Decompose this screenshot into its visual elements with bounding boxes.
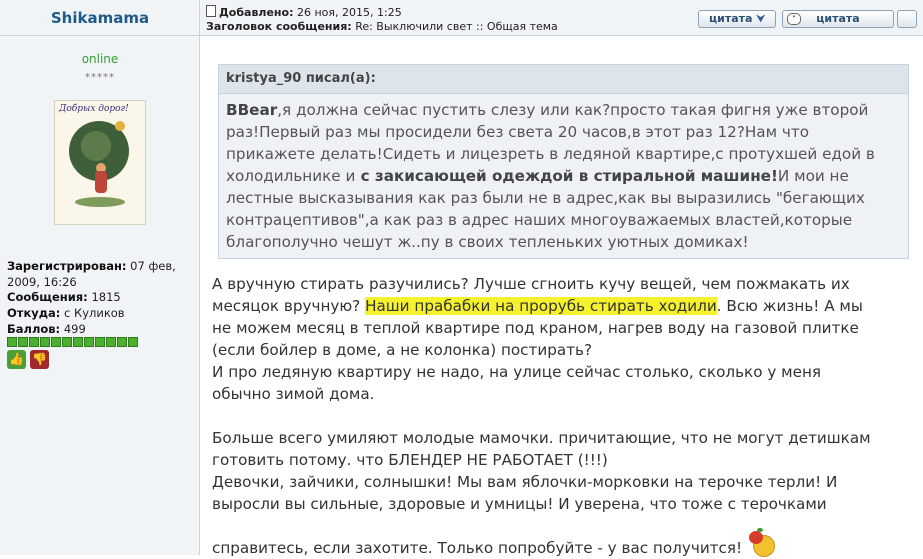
post-subject: Заголовок сообщения: Re: Выключили свет … bbox=[206, 20, 558, 33]
quote-text: холодильнике и bbox=[226, 167, 356, 185]
post-body: А вручную стирать разучились? Лучше сгно… bbox=[212, 273, 917, 559]
quote-author: kristya_90 писал(а): bbox=[226, 71, 376, 86]
quote-line: лестные высказывания как раз были не в а… bbox=[226, 189, 865, 207]
from-info: Откуда: с Куликов bbox=[7, 305, 125, 321]
quote-line: раз!Первый раз мы просидели без света 20… bbox=[226, 123, 809, 141]
added-value: 26 ноя, 2015, 1:25 bbox=[297, 6, 402, 19]
points-segment bbox=[62, 337, 72, 347]
points-info: Баллов: 499 bbox=[7, 321, 86, 337]
thumbs-down-icon[interactable]: 👎 bbox=[30, 350, 49, 369]
smiley-apple-icon bbox=[747, 528, 777, 557]
points-segment bbox=[51, 337, 61, 347]
added-label: Добавлено: bbox=[219, 6, 294, 19]
quote-mention: BBear bbox=[226, 101, 278, 119]
points-segment bbox=[73, 337, 83, 347]
avatar-leaves bbox=[81, 131, 111, 161]
quote-line: холодильнике и с закисающей одеждой в ст… bbox=[226, 165, 906, 187]
post-line: выросли вы сильные, здоровые и умницы! И… bbox=[212, 495, 827, 513]
post-line: готовить потому. что БЛЕНДЕР НЕ РАБОТАЕТ… bbox=[212, 451, 608, 469]
quote-block: kristya_90 писал(а): BBear,я должна сейч… bbox=[218, 64, 909, 259]
quote-button[interactable]: " цитата bbox=[782, 10, 894, 28]
points-segment bbox=[18, 337, 28, 347]
points-segment bbox=[7, 337, 17, 347]
from-label: Откуда: bbox=[7, 306, 61, 320]
post-line: Больше всего умиляют молодые мамочки. пр… bbox=[212, 429, 871, 447]
quote-selected-button[interactable]: цитата ⮟ bbox=[698, 10, 776, 28]
quote-line: благополучно чешут ж..пу в своих теплень… bbox=[226, 233, 749, 251]
posts-label: Сообщения: bbox=[7, 290, 88, 304]
smiley-leaf bbox=[756, 528, 763, 532]
author-profile: online ***** Добрых дорог! Зарегистриров… bbox=[0, 36, 200, 555]
post-line: месяцок вручную? Наши прабабки на проруб… bbox=[212, 295, 917, 317]
chevron-down-icon: ⮟ bbox=[756, 14, 765, 25]
post-line: И про ледяную квартиру не надо, на улице… bbox=[212, 363, 822, 381]
highlighted-text: Наши прабабки на прорубь стирать ходили bbox=[365, 297, 717, 315]
points-segment bbox=[106, 337, 116, 347]
subject-label: Заголовок сообщения: bbox=[206, 20, 352, 33]
post-icon[interactable] bbox=[206, 5, 216, 17]
quote-line: прикажете делать!Сидеть и лицезреть в ле… bbox=[226, 145, 875, 163]
post-line: не можем месяц в теплой квартире под кра… bbox=[212, 319, 859, 337]
post-line: А вручную стирать разучились? Лучше сгно… bbox=[212, 275, 850, 293]
quote-line: BBear,я должна сейчас пустить слезу или … bbox=[226, 99, 906, 121]
avatar: Добрых дорог! bbox=[54, 100, 146, 225]
post-line: (если бойлер в доме, а не колонка) пости… bbox=[212, 341, 593, 359]
rating-stars: ***** bbox=[85, 72, 115, 83]
points-segment bbox=[84, 337, 94, 347]
points-segment bbox=[128, 337, 138, 347]
points-value: 499 bbox=[63, 322, 86, 336]
post-text: справитесь, если захотите. Только попроб… bbox=[212, 539, 743, 557]
from-value: с Куликов bbox=[64, 306, 125, 320]
speech-bubble-icon: " bbox=[787, 13, 801, 25]
points-label: Баллов: bbox=[7, 322, 61, 336]
posts-info: Сообщения: 1815 bbox=[7, 289, 121, 305]
avatar-child bbox=[95, 171, 107, 193]
quote-label: цитата bbox=[816, 12, 860, 25]
more-button[interactable] bbox=[897, 10, 917, 28]
smiley-apple bbox=[748, 531, 763, 544]
quote-header: kristya_90 писал(а): bbox=[219, 65, 908, 94]
points-segment bbox=[117, 337, 127, 347]
quote-text: И мои не bbox=[777, 167, 849, 185]
points-bar bbox=[7, 337, 138, 347]
post-text: месяцок вручную? bbox=[212, 297, 366, 315]
avatar-caption: Добрых дорог! bbox=[59, 104, 129, 114]
quote-text: ,я должна сейчас пустить слезу или как?п… bbox=[277, 101, 869, 119]
avatar-bird bbox=[115, 121, 125, 131]
quote-line: контрацептивов",а как раз в адрес наших … bbox=[226, 211, 853, 229]
forum-post: Shikamama Добавлено: 26 ноя, 2015, 1:25 … bbox=[0, 0, 923, 557]
author-name[interactable]: Shikamama bbox=[0, 9, 200, 27]
registered-label: Зарегистрирован: bbox=[7, 259, 127, 273]
points-segment bbox=[40, 337, 50, 347]
points-segment bbox=[95, 337, 105, 347]
online-status: online bbox=[81, 52, 119, 66]
quote-bold: с закисающей одеждой в стиральной машине… bbox=[355, 167, 778, 185]
quote-selected-label: цитата bbox=[709, 12, 753, 25]
avatar-ground bbox=[75, 197, 125, 207]
post-date: Добавлено: 26 ноя, 2015, 1:25 bbox=[206, 5, 402, 19]
quote-body: BBear,я должна сейчас пустить слезу или … bbox=[226, 99, 906, 253]
points-segment bbox=[29, 337, 39, 347]
post-line: Девочки, зайчики, солнышки! Мы вам яблоч… bbox=[212, 473, 838, 491]
author-header: Shikamama bbox=[0, 0, 200, 36]
subject-value: Re: Выключили свет :: Общая тема bbox=[355, 20, 558, 33]
posts-value: 1815 bbox=[91, 290, 121, 304]
post-text: . Всю жизнь! А мы bbox=[716, 297, 863, 315]
thumbs-up-icon[interactable]: 👍 bbox=[7, 350, 26, 369]
post-line: обычно зимой дома. bbox=[212, 385, 375, 403]
registered-info: Зарегистрирован: 07 фев, 2009, 16:26 bbox=[7, 258, 199, 290]
